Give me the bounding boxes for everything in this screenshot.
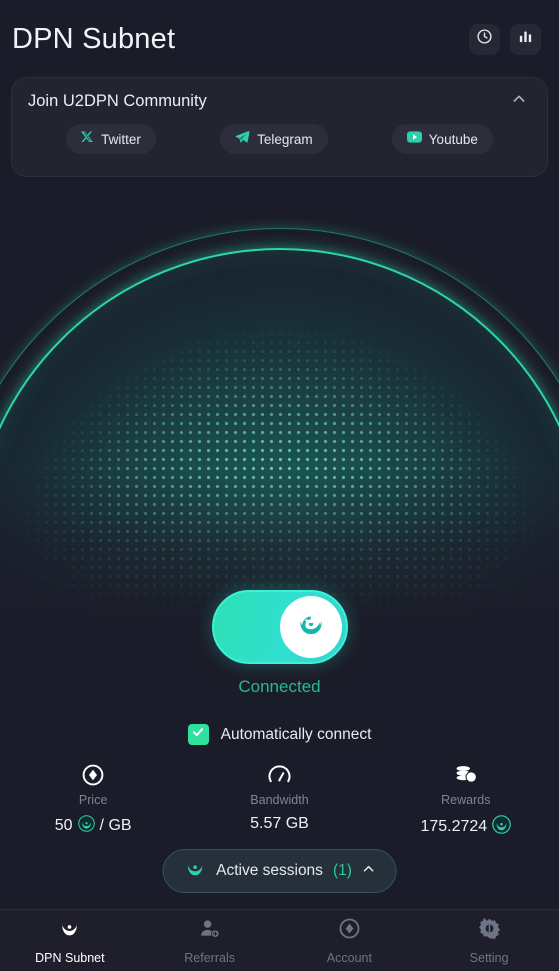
globe-background — [0, 186, 559, 616]
stats-button[interactable] — [510, 23, 541, 55]
user-add-icon — [198, 917, 221, 945]
stat-price-number: 50 — [54, 817, 73, 834]
check-icon — [191, 725, 205, 744]
telegram-link-button[interactable]: Telegram — [220, 124, 328, 154]
globe-dot-map — [0, 248, 559, 616]
stat-price: Price 50 / GB — [0, 762, 186, 839]
diamond-circle-icon — [81, 762, 105, 788]
u2dpn-logo-icon — [58, 917, 81, 945]
stat-bandwidth: Bandwidth 5.57 GB — [186, 762, 372, 839]
bar-chart-icon — [517, 28, 534, 50]
community-card: Join U2DPN Community Twitter Telegram Yo… — [11, 77, 548, 177]
stat-price-suffix: / GB — [99, 817, 132, 834]
connection-toggle-knob — [279, 596, 342, 658]
stat-price-label: Price — [78, 793, 108, 807]
active-sessions-label: Active sessions — [216, 862, 323, 879]
history-button[interactable] — [469, 23, 500, 55]
stat-bandwidth-value: 5.57 GB — [250, 815, 309, 833]
diamond-circle-icon — [338, 917, 361, 945]
community-card-header: Join U2DPN Community — [12, 78, 547, 114]
globe-outer-ring — [0, 228, 559, 616]
twitter-link-label: Twitter — [101, 131, 141, 147]
bottom-navigation: DPN Subnet Referrals Account Setting — [0, 909, 559, 971]
stat-bandwidth-label: Bandwidth — [250, 793, 309, 807]
youtube-link-label: Youtube — [428, 131, 478, 147]
nav-label-setting: Setting — [469, 950, 509, 965]
globe-glow — [0, 248, 559, 616]
stats-row: Price 50 / GB Bandwidth 5.57 GB Rewards … — [0, 762, 559, 839]
youtube-icon — [406, 130, 422, 148]
auto-connect-checkbox[interactable] — [187, 724, 209, 745]
app-root: DPN Subnet Join U2DPN Community Twitter … — [0, 0, 559, 971]
coin-icon — [492, 815, 511, 839]
active-sessions-count: (1) — [332, 862, 352, 879]
connection-section: Connected — [0, 590, 559, 697]
coin-icon — [77, 815, 95, 837]
twitter-link-button[interactable]: Twitter — [66, 124, 156, 154]
header: DPN Subnet — [0, 0, 559, 78]
nav-label-referrals: Referrals — [184, 950, 235, 965]
page-title: DPN Subnet — [12, 22, 176, 55]
stat-rewards-number: 175.2724 — [420, 818, 488, 835]
coins-icon — [453, 762, 479, 788]
u2dpn-logo-icon — [294, 608, 328, 647]
active-sessions-button[interactable]: Active sessions (1) — [162, 849, 397, 893]
globe-inner-ring — [0, 248, 559, 616]
stat-rewards-label: Rewards — [441, 793, 491, 807]
nav-item-account[interactable]: Account — [280, 910, 420, 971]
community-collapse-button[interactable] — [507, 89, 531, 114]
telegram-icon — [235, 129, 250, 149]
gear-icon — [478, 917, 501, 945]
stat-rewards: Rewards 175.2724 — [373, 762, 559, 839]
nav-item-dpn-subnet[interactable]: DPN Subnet — [0, 910, 140, 971]
youtube-link-button[interactable]: Youtube — [391, 124, 493, 154]
nav-item-setting[interactable]: Setting — [419, 910, 559, 971]
auto-connect-label: Automatically connect — [220, 725, 372, 743]
stat-bandwidth-number: 5.57 GB — [250, 815, 309, 832]
chevron-up-icon — [362, 862, 376, 881]
connection-toggle[interactable] — [211, 590, 348, 664]
x-twitter-icon — [81, 130, 94, 148]
connection-status-label: Connected — [238, 677, 321, 696]
nav-item-referrals[interactable]: Referrals — [140, 910, 280, 971]
stat-rewards-value: 175.2724 — [420, 815, 511, 839]
clock-icon — [476, 28, 493, 50]
nav-label-account: Account — [326, 950, 372, 965]
community-links: Twitter Telegram Youtube — [12, 114, 547, 154]
nav-label-dpn-subnet: DPN Subnet — [35, 950, 105, 965]
speedometer-icon — [267, 762, 292, 788]
community-title: Join U2DPN Community — [28, 92, 207, 110]
telegram-link-label: Telegram — [257, 131, 313, 147]
auto-connect-row: Automatically connect — [0, 724, 559, 745]
stat-price-value: 50 / GB — [55, 815, 132, 837]
u2dpn-logo-icon — [183, 857, 206, 885]
chevron-up-icon — [511, 94, 527, 111]
